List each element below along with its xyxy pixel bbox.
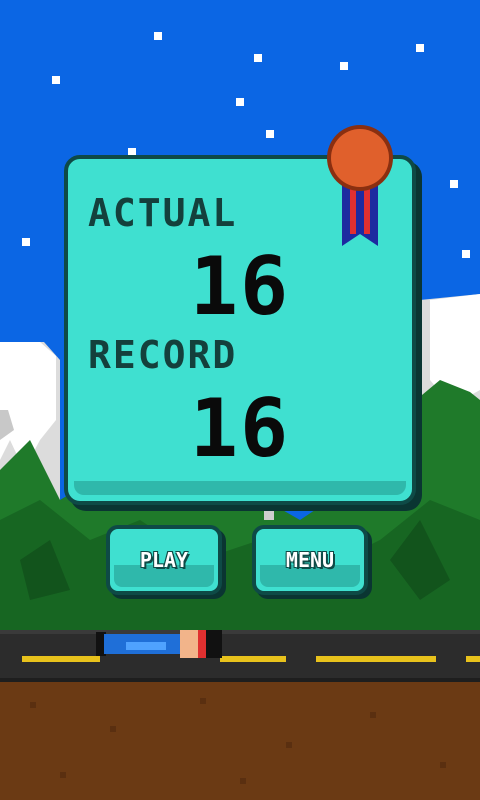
road-lane-mark [22,656,100,662]
fallen-runner-sprite [96,630,222,658]
actual-label: ACTUAL [88,191,238,235]
actual-score: 16 [189,240,291,333]
dirt-speck [440,762,446,768]
road [0,630,480,682]
dirt-speck [370,712,376,718]
menu-button[interactable]: MENU [252,525,368,595]
dirt-speck [110,726,116,732]
record-score: 16 [189,382,291,475]
play-button[interactable]: PLAY [106,525,222,595]
dirt-speck [200,698,206,704]
dirt-ground [0,682,480,800]
dirt-speck [286,742,292,748]
medal-icon [327,125,393,246]
dirt-speck [30,702,36,708]
dirt-speck [60,772,66,778]
play-button-label: PLAY [139,548,189,572]
road-lane-mark [466,656,480,662]
record-label: RECORD [88,333,238,377]
road-lane-mark [220,656,286,662]
menu-button-label: MENU [285,548,335,572]
dirt-speck [240,778,246,784]
road-lane-mark [316,656,436,662]
